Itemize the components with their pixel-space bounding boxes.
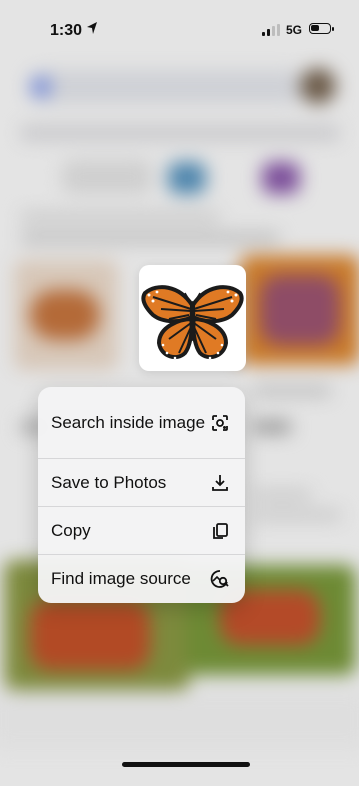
menu-item-label: Find image source: [51, 569, 191, 588]
butterfly-icon: [141, 285, 244, 360]
background-chip: [62, 160, 152, 194]
search-inside-image-item[interactable]: Search inside image: [38, 387, 245, 459]
background-text: [20, 232, 280, 244]
background-nav-bar: [0, 690, 359, 750]
background-image: [30, 600, 150, 670]
background-text: [252, 420, 292, 434]
background-chip: [168, 162, 206, 194]
background-avatar: [300, 68, 336, 104]
cellular-signal-icon: [262, 24, 280, 36]
menu-item-label: Copy: [51, 520, 91, 540]
butterfly-image[interactable]: [139, 265, 246, 371]
background-text: [252, 385, 332, 397]
background-image: [30, 290, 100, 340]
menu-item-label: Search inside image: [51, 412, 206, 432]
background-text: [252, 490, 312, 500]
find-image-source-item[interactable]: Find image source: [38, 555, 245, 603]
battery-icon: [309, 23, 334, 34]
location-arrow-icon: [87, 22, 97, 34]
background-text: [252, 510, 342, 520]
lens-search-icon: [209, 412, 231, 434]
copy-icon: [209, 520, 231, 542]
context-menu: Search inside image Save to Photos Copy: [38, 387, 245, 603]
background-logo: [30, 76, 52, 98]
menu-item-label: Save to Photos: [51, 472, 167, 492]
copy-item[interactable]: Copy: [38, 507, 245, 555]
download-icon: [209, 472, 231, 494]
background-image: [260, 275, 340, 345]
background-tabs: [20, 125, 340, 141]
status-time: 1:30: [50, 22, 83, 39]
image-search-icon: [209, 568, 231, 590]
network-type: 5G: [286, 23, 303, 37]
background-search-bar: [28, 70, 306, 104]
background-chip: [262, 162, 300, 194]
save-to-photos-item[interactable]: Save to Photos: [38, 459, 245, 507]
background-text: [20, 212, 220, 222]
home-indicator[interactable]: [122, 762, 250, 767]
